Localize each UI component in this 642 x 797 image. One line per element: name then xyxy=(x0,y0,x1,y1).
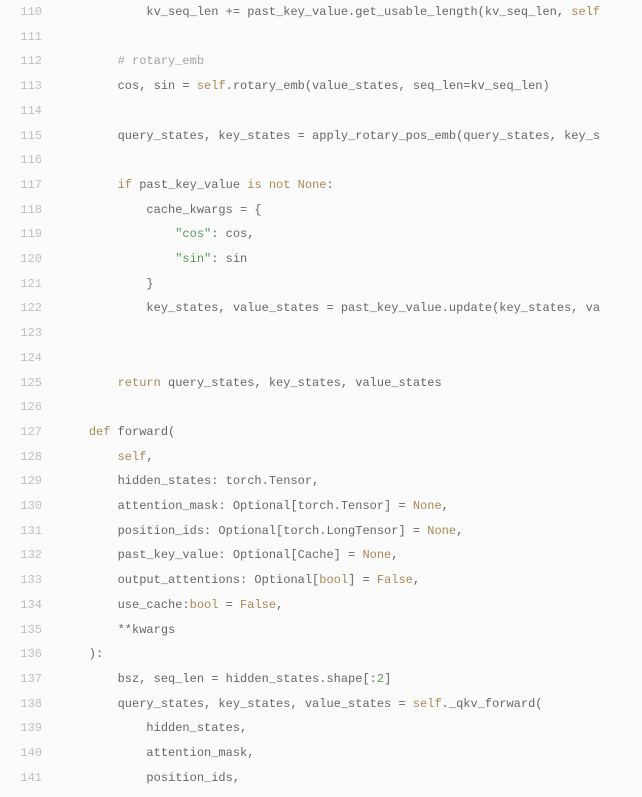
token-str: "cos" xyxy=(175,227,211,241)
token-const: None xyxy=(362,548,391,562)
token-type: bool xyxy=(319,573,348,587)
token-const: None xyxy=(413,499,442,513)
code-content[interactable]: kv_seq_len += past_key_value.get_usable_… xyxy=(60,0,642,791)
token-const: False xyxy=(377,573,413,587)
token-self: self xyxy=(197,79,226,93)
token-type: bool xyxy=(190,598,219,612)
token-kw: if xyxy=(118,178,140,192)
token-kw: is not xyxy=(247,178,297,192)
token-self: self xyxy=(118,450,147,464)
token-const: None xyxy=(427,524,456,538)
code-editor[interactable]: 110 111 112 113 114 115 116 117 118 119 … xyxy=(0,0,642,791)
token-self: self xyxy=(413,697,442,711)
token-num: 2 xyxy=(377,672,384,686)
token-self: self xyxy=(571,5,600,19)
line-number-gutter: 110 111 112 113 114 115 116 117 118 119 … xyxy=(0,0,60,791)
token-comment: # rotary_emb xyxy=(118,54,204,68)
token-const: False xyxy=(240,598,276,612)
token-kw: def xyxy=(89,425,118,439)
token-str: "sin" xyxy=(175,252,211,266)
token-const: None xyxy=(298,178,327,192)
token-kw: return xyxy=(118,376,168,390)
